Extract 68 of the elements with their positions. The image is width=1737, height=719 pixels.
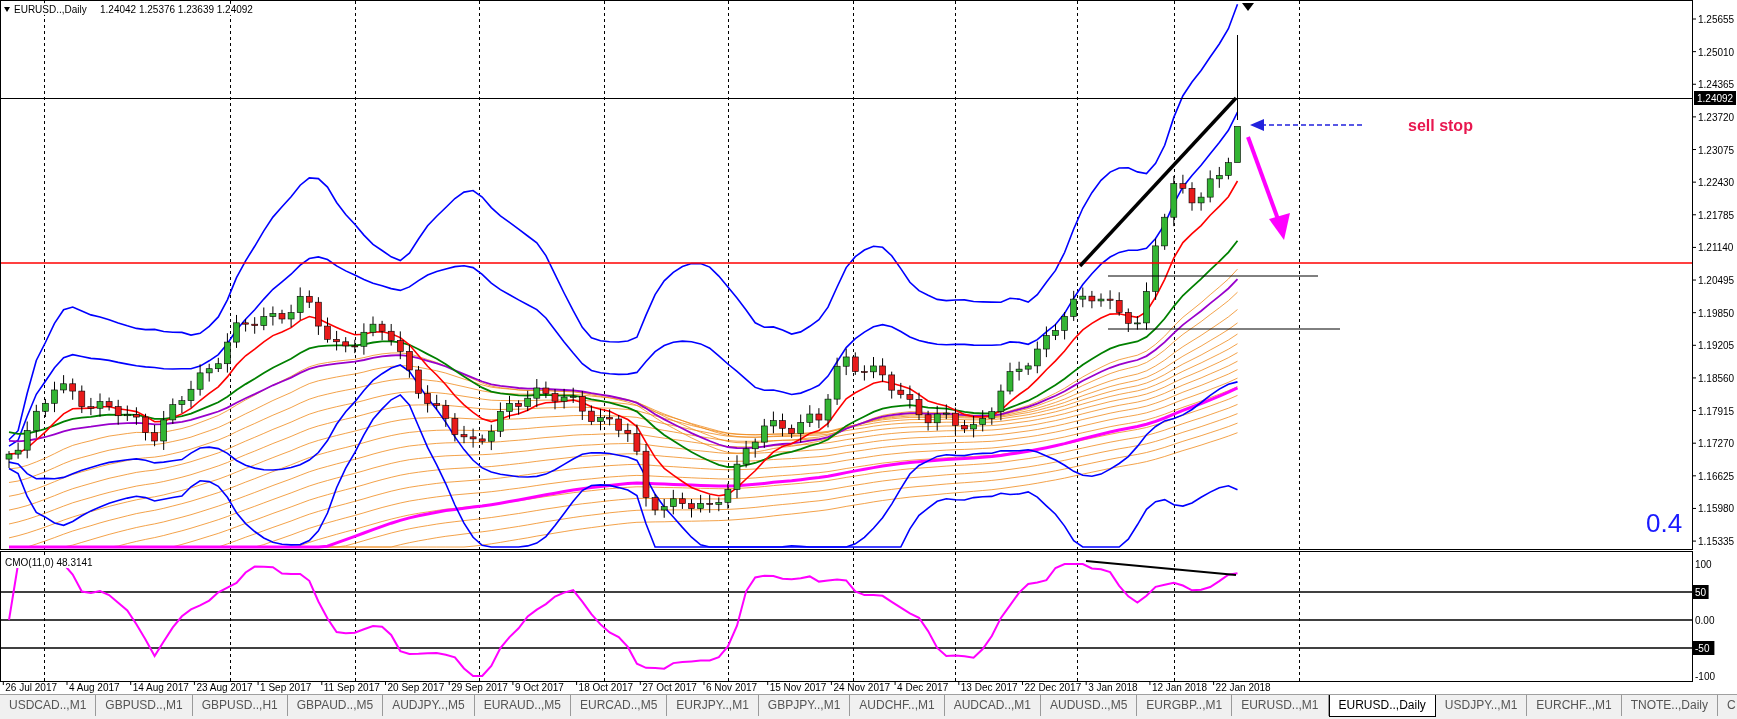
chart-tab[interactable]: GBPUSD..,H1 — [192, 695, 288, 716]
chart-tab[interactable]: TNOTE..,Daily — [1621, 695, 1718, 716]
axis-label: 1.25655 — [1698, 14, 1735, 25]
chart-tab[interactable]: C — [1718, 695, 1737, 716]
axis-label: 23 Aug 2017 — [196, 682, 253, 693]
dropdown-icon — [4, 7, 10, 12]
axis-label: 9 Oct 2017 — [514, 682, 564, 693]
axis-label: 11 Sep 2017 — [323, 682, 380, 693]
chart-tab[interactable]: EURJPY..,M1 — [667, 695, 759, 716]
chart-title: EURUSD..,Daily — [14, 4, 87, 15]
axis-label: 15 Nov 2017 — [769, 682, 827, 693]
axis-label: 20 Sep 2017 — [387, 682, 445, 693]
axis-label: 1.16625 — [1698, 470, 1735, 482]
axis-label: -100 — [1695, 671, 1715, 682]
axis-label: 6 Nov 2017 — [706, 682, 758, 693]
value-label: 0.4 — [1646, 508, 1683, 538]
axis-label: 1 Sep 2017 — [260, 682, 312, 693]
chart-tab[interactable]: AUDJPY..,M5 — [383, 695, 475, 716]
chart-tab[interactable]: USDJPY..,M1 — [1435, 695, 1528, 716]
axis-label: 22 Dec 2017 — [1024, 682, 1082, 693]
chart-tab[interactable]: EURAUD..,M5 — [474, 695, 571, 716]
axis-label: 4 Aug 2017 — [69, 682, 120, 693]
chart-tab[interactable]: USDCAD..,M1 — [0, 695, 97, 716]
axis-label: 1.17270 — [1698, 438, 1735, 450]
axis-label: 18 Oct 2017 — [578, 682, 634, 693]
axis-label: 1.15335 — [1698, 536, 1735, 548]
chart-tab[interactable]: AUDUSD..,M5 — [1041, 695, 1138, 716]
axis-label: 13 Dec 2017 — [960, 682, 1018, 693]
price-values: 1.24042 1.25376 1.23639 1.24092 — [100, 4, 253, 15]
axis-label: 22 Jan 2018 — [1215, 682, 1271, 693]
chart-tab[interactable]: EURCAD..,M5 — [571, 695, 668, 716]
axis-label: 1.17915 — [1698, 405, 1735, 417]
annotation-text: sell stop — [1408, 117, 1473, 134]
axis-label: 24 Nov 2017 — [833, 682, 891, 693]
current-price-label: 1.24092 — [1694, 91, 1736, 105]
axis-label: 1.19205 — [1698, 340, 1735, 352]
axis-label: 29 Sep 2017 — [451, 682, 508, 693]
chart-tab[interactable]: GBPUSD..,M1 — [96, 695, 193, 716]
axis-label: 1.24365 — [1698, 79, 1735, 91]
axis-label: 1.23075 — [1698, 144, 1735, 156]
chart-tab[interactable]: EURUSD..,M1 — [1232, 695, 1329, 716]
axis-label: 1.21785 — [1698, 209, 1735, 221]
axis-label: 1.19850 — [1698, 307, 1735, 319]
chart-tab[interactable]: GBPAUD..,M5 — [287, 695, 384, 716]
axis-label: 26 Jul 2017 — [5, 682, 57, 693]
marker-icon — [1242, 3, 1254, 11]
axis-label: 1.25010 — [1698, 46, 1735, 58]
axis-label: 0.00 — [1695, 615, 1715, 626]
axis-label: 1.22430 — [1698, 177, 1735, 189]
axis-label: 12 Jan 2018 — [1151, 682, 1207, 693]
axis-label: 4 Dec 2017 — [897, 682, 949, 693]
axis-label: 27 Oct 2017 — [642, 682, 697, 693]
axis-label: 1.20495 — [1698, 275, 1735, 287]
chart-tab[interactable]: EURGBP..,M1 — [1137, 695, 1233, 716]
axis-label: 100 — [1695, 559, 1712, 570]
chart-tab[interactable]: EURCHF..,M1 — [1527, 695, 1622, 716]
chart-tab[interactable]: EURUSD..,Daily — [1328, 695, 1436, 717]
axis-label: 1.21140 — [1698, 242, 1734, 254]
axis-label: 14 Aug 2017 — [132, 682, 189, 693]
chart-tab[interactable]: AUDCAD..,M1 — [944, 695, 1041, 716]
axis-label: 3 Jan 2018 — [1088, 682, 1138, 693]
axis-label: 1.18560 — [1698, 372, 1735, 384]
axis-label: 1.15980 — [1698, 503, 1735, 515]
axis-label: -50 — [1693, 641, 1715, 655]
chart-tab[interactable]: AUDCHF..,M1 — [850, 695, 945, 716]
axis-label: 1.23720 — [1698, 111, 1735, 123]
axis-label: 50 — [1693, 585, 1709, 599]
chart-tab[interactable]: GBPJPY..,M1 — [758, 695, 851, 716]
